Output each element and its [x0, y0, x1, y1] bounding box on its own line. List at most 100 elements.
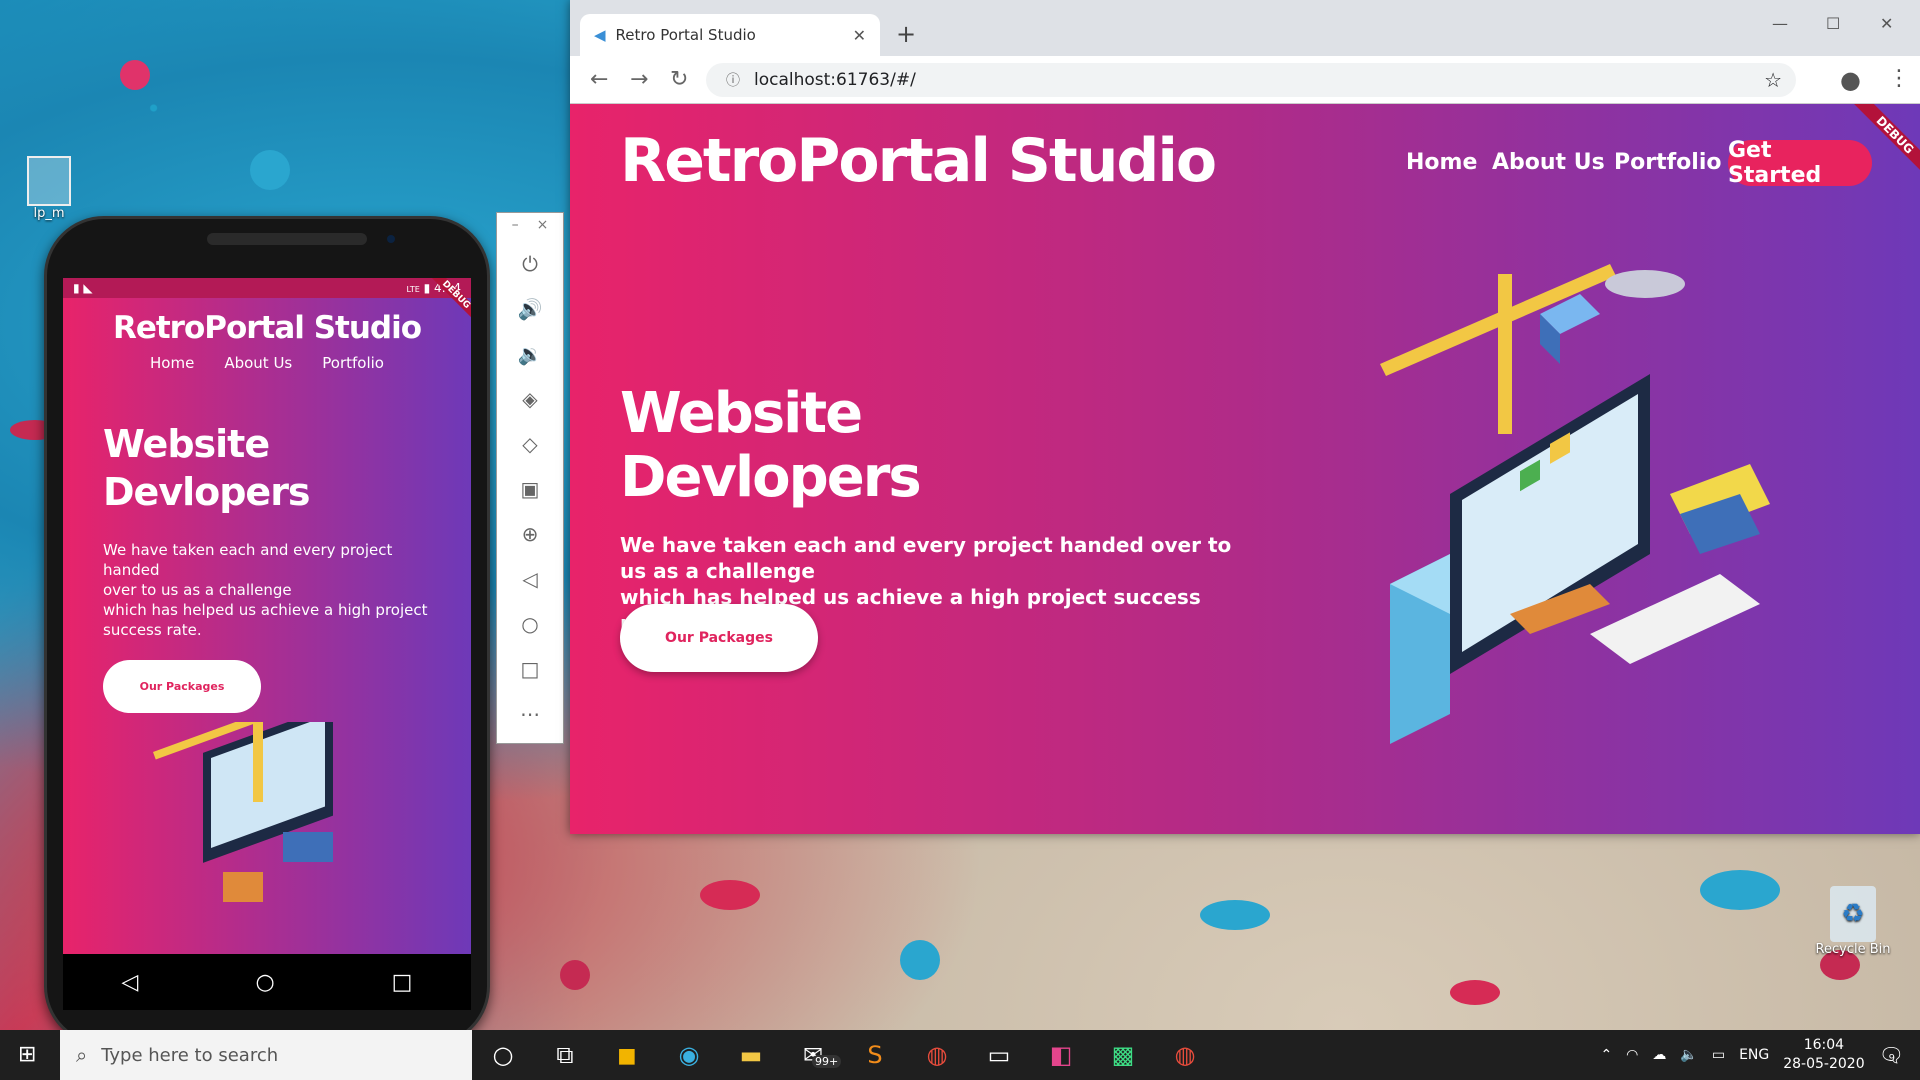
- hero-subtitle-line1: We have taken each and every project han…: [620, 533, 1232, 583]
- android-studio-icon[interactable]: ▩: [1092, 1041, 1154, 1069]
- phone-site-title: RetroPortal Studio: [112, 310, 422, 346]
- taskbar-search[interactable]: ⌕ Type here to search: [60, 1030, 472, 1080]
- phone-nav-portfolio[interactable]: Portfolio: [322, 354, 384, 372]
- volume-icon[interactable]: 🔈: [1680, 1047, 1697, 1063]
- network-warning-icon[interactable]: ☁: [1652, 1047, 1666, 1063]
- rotate-right-icon[interactable]: ◇: [522, 421, 537, 466]
- terminal-icon[interactable]: ▭: [968, 1041, 1030, 1069]
- chrome-icon-2[interactable]: ◍: [1154, 1041, 1216, 1069]
- reload-icon[interactable]: ↻: [670, 67, 690, 92]
- site-brand[interactable]: RetroPortal Studio: [620, 126, 1217, 196]
- hero-heading-line1: Website: [620, 381, 863, 446]
- status-bar: ▮ ◣ LTE ▮ 4:04: [63, 278, 471, 298]
- info-icon[interactable]: ⓘ: [726, 70, 740, 90]
- phone-subtitle-line4: success rate.: [103, 621, 202, 639]
- back-icon[interactable]: ◁: [122, 970, 139, 995]
- phone-nav-about[interactable]: About Us: [224, 354, 292, 372]
- clock[interactable]: 16:04 28-05-2020: [1783, 1036, 1864, 1074]
- maximize-window-icon[interactable]: ☐: [1826, 14, 1840, 33]
- phone-nav-home[interactable]: Home: [150, 354, 194, 372]
- language-indicator[interactable]: ENG: [1739, 1047, 1769, 1063]
- recycle-bin[interactable]: ♻ Recycle Bin: [1808, 886, 1898, 957]
- our-packages-button[interactable]: Our Packages: [620, 604, 818, 672]
- battery-icon[interactable]: ▭: [1712, 1047, 1725, 1063]
- camera-icon[interactable]: ▣: [521, 466, 540, 511]
- phone-subtitle-line3: which has helped us achieve a high proje…: [103, 601, 428, 619]
- forward-arrow-icon[interactable]: →: [630, 67, 650, 92]
- power-icon[interactable]: ⏻: [522, 241, 538, 286]
- sublime-icon[interactable]: S: [844, 1041, 906, 1069]
- notification-count: 9: [1888, 1053, 1895, 1064]
- phone-illustration: [153, 722, 333, 902]
- volume-down-icon[interactable]: 🔉: [518, 331, 543, 376]
- clock-date: 28-05-2020: [1783, 1056, 1865, 1072]
- phone-speaker: [207, 233, 367, 245]
- volume-up-icon[interactable]: 🔊: [518, 286, 543, 331]
- phone-screen[interactable]: ▮ ◣ LTE ▮ 4:04 DEBUG RetroPortal Studio …: [63, 278, 471, 954]
- browser-toolbar: ← → ↻ ⓘ localhost:61763/#/ ☆ ● ⋮: [570, 56, 1920, 104]
- cortana-icon[interactable]: ○: [472, 1041, 534, 1069]
- browser-tab[interactable]: ◀ Retro Portal Studio ✕: [580, 14, 880, 56]
- phone-subtitle: We have taken each and every project han…: [103, 540, 441, 640]
- overview-icon[interactable]: □: [521, 646, 540, 691]
- profile-icon[interactable]: ●: [1840, 66, 1861, 94]
- windows-taskbar: ⊞ ⌕ Type here to search ○ ⧉ ◼ ◉ ▬ ✉ 99+ S…: [0, 1030, 1920, 1080]
- search-placeholder: Type here to search: [101, 1044, 279, 1066]
- phone-heading-line2: Devlopers: [103, 470, 311, 514]
- back-arrow-icon[interactable]: ←: [590, 67, 610, 92]
- windows-start-icon[interactable]: ⊞: [18, 1042, 36, 1067]
- phone-heading: Website Devlopers: [103, 420, 471, 516]
- chevron-up-icon[interactable]: ⌃: [1600, 1047, 1612, 1063]
- file-icon: [27, 156, 71, 206]
- close-tab-icon[interactable]: ✕: [853, 26, 866, 45]
- zoom-icon[interactable]: ⊕: [522, 511, 539, 556]
- emulator-toolbar: – × ⏻ 🔊 🔉 ◈ ◇ ▣ ⊕ ◁ ○ □ ⋯: [496, 212, 564, 744]
- phone-heading-line1: Website: [103, 422, 270, 466]
- wifi-icon[interactable]: ◠: [1626, 1047, 1638, 1063]
- hero-heading-line2: Devlopers: [620, 445, 922, 510]
- phone-our-packages-button[interactable]: Our Packages: [103, 660, 261, 713]
- rotate-left-icon[interactable]: ◈: [522, 376, 537, 421]
- home-icon[interactable]: ○: [521, 601, 538, 646]
- overview-icon[interactable]: □: [392, 970, 413, 995]
- more-icon[interactable]: ⋯: [520, 691, 540, 736]
- task-view-icon[interactable]: ⧉: [534, 1041, 596, 1069]
- minimize-window-icon[interactable]: —: [1772, 14, 1788, 33]
- edge-icon[interactable]: ◉: [658, 1041, 720, 1069]
- clock-time: 16:04: [1803, 1037, 1845, 1053]
- mail-icon[interactable]: ✉ 99+: [782, 1041, 844, 1069]
- store-icon[interactable]: ◼: [596, 1041, 658, 1069]
- close-icon[interactable]: ×: [537, 217, 549, 233]
- phone-nav: Home About Us Portfolio: [63, 354, 471, 372]
- back-icon[interactable]: ◁: [522, 556, 537, 601]
- close-window-icon[interactable]: ✕: [1880, 14, 1893, 33]
- phone-camera: [387, 235, 395, 243]
- notification-icon[interactable]: 🗨 9: [1879, 1043, 1904, 1067]
- new-tab-icon[interactable]: +: [896, 20, 916, 48]
- chrome-icon[interactable]: ◍: [906, 1041, 968, 1069]
- system-tray: ⌃ ◠ ☁ 🔈 ▭ ENG 16:04 28-05-2020 🗨 9: [1600, 1036, 1920, 1074]
- file-explorer-icon[interactable]: ▬: [720, 1041, 782, 1069]
- recycle-bin-icon: ♻: [1830, 886, 1876, 942]
- intellij-icon[interactable]: ◧: [1030, 1041, 1092, 1069]
- address-bar[interactable]: ⓘ localhost:61763/#/ ☆: [706, 63, 1796, 97]
- bookmark-star-icon[interactable]: ☆: [1764, 68, 1782, 92]
- flutter-icon: ◀: [594, 26, 606, 44]
- search-icon: ⌕: [76, 1043, 88, 1067]
- network-label: LTE: [406, 285, 420, 294]
- home-icon[interactable]: ○: [255, 970, 274, 995]
- desktop-icon[interactable]: lp_m: [14, 156, 84, 221]
- tab-strip: ◀ Retro Portal Studio ✕ + — ☐ ✕: [570, 0, 1920, 56]
- nav-portfolio[interactable]: Portfolio: [1614, 150, 1722, 175]
- get-started-button[interactable]: Get Started: [1728, 138, 1872, 188]
- phone-subtitle-line1: We have taken each and every project han…: [103, 541, 393, 579]
- nav-home[interactable]: Home: [1406, 150, 1477, 175]
- tab-title: Retro Portal Studio: [615, 26, 756, 44]
- nav-about-us[interactable]: About Us: [1492, 150, 1605, 175]
- recycle-bin-label: Recycle Bin: [1815, 942, 1891, 957]
- web-page: DEBUG RetroPortal Studio Home About Us P…: [570, 104, 1920, 834]
- minimize-icon[interactable]: –: [512, 217, 519, 233]
- menu-icon[interactable]: ⋮: [1888, 66, 1910, 91]
- hero-heading: Website Devlopers: [620, 381, 922, 510]
- android-nav-bar: ◁ ○ □: [63, 954, 471, 1010]
